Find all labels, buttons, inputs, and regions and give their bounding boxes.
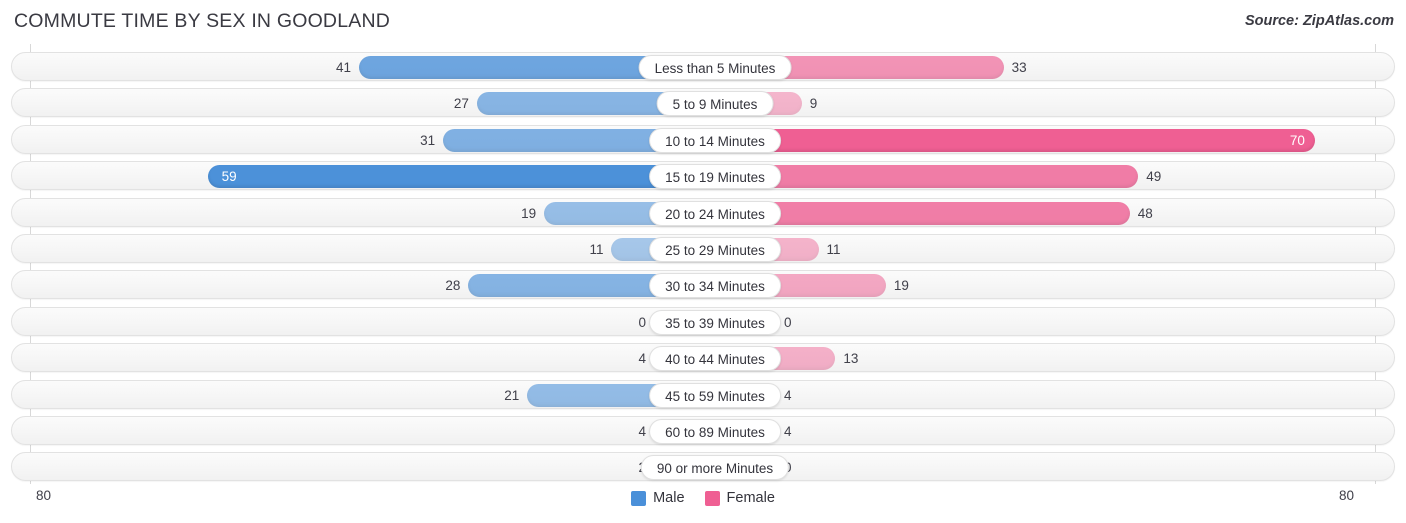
- bar-value-male: 11: [589, 242, 604, 257]
- table-row[interactable]: 31 70 10 to 14 Minutes: [11, 124, 1395, 154]
- bar-value-male: 41: [336, 60, 352, 75]
- bar-value-female: 4: [784, 424, 792, 439]
- bar-value-male: 31: [420, 132, 436, 148]
- bar-value-male: 28: [445, 278, 461, 294]
- bar-value-male: 4: [638, 424, 646, 439]
- bar-female[interactable]: [726, 165, 1139, 189]
- category-label-pill[interactable]: 45 to 59 Minutes: [649, 382, 781, 408]
- table-row[interactable]: 21 4 45 to 59 Minutes: [11, 379, 1395, 409]
- bar-value-female: 33: [1011, 60, 1027, 75]
- bar-value-female: 4: [784, 387, 792, 403]
- category-label-pill[interactable]: 35 to 39 Minutes: [649, 309, 781, 335]
- chart-plot-area: 41 33 Less than 5 Minutes 27 9 5 to 9 Minutes…: [0, 44, 1406, 484]
- bar-male[interactable]: [207, 165, 704, 189]
- legend-item-female[interactable]: Female: [704, 490, 775, 506]
- table-row[interactable]: 2090 or more Minutes: [11, 452, 1395, 482]
- bar-value-female: 49: [1146, 169, 1162, 185]
- bar-value-female: 11: [826, 242, 841, 257]
- table-row[interactable]: 41 33 Less than 5 Minutes: [11, 52, 1395, 81]
- category-label-pill[interactable]: 10 to 14 Minutes: [649, 127, 781, 153]
- category-label-pill[interactable]: Less than 5 Minutes: [638, 55, 792, 80]
- legend-item-label: Male: [653, 490, 685, 506]
- square-swatch-icon: [631, 490, 647, 506]
- bar-value-female: 13: [843, 351, 859, 367]
- table-row[interactable]: 59 49 15 to 19 Minutes: [11, 161, 1395, 191]
- category-label-pill[interactable]: 30 to 34 Minutes: [649, 273, 781, 299]
- table-row[interactable]: 4 4 60 to 89 Minutes: [11, 416, 1395, 445]
- chart-legend: Male Female: [0, 490, 1406, 506]
- bar-value-male: 21: [504, 387, 520, 403]
- table-row[interactable]: 11 11 25 to 29 Minutes: [11, 234, 1395, 263]
- bar-value-male: 27: [453, 96, 469, 112]
- category-label-pill[interactable]: 90 or more Minutes: [640, 455, 790, 481]
- bar-value-female: 19: [893, 278, 909, 294]
- legend-item-male[interactable]: Male: [631, 490, 685, 506]
- bar-value-male: 0: [638, 314, 646, 330]
- table-row[interactable]: 4 13 40 to 44 Minutes: [11, 343, 1395, 373]
- bar-value-male: 19: [521, 205, 537, 221]
- square-swatch-icon: [704, 490, 720, 506]
- bar-value-male: 59: [221, 169, 237, 185]
- category-label-pill[interactable]: 5 to 9 Minutes: [656, 91, 774, 117]
- category-label-pill[interactable]: 20 to 24 Minutes: [649, 200, 781, 226]
- bar-female[interactable]: [726, 201, 1130, 225]
- category-label-pill[interactable]: 40 to 44 Minutes: [649, 346, 781, 372]
- table-row[interactable]: 0 0 35 to 39 Minutes: [11, 306, 1395, 336]
- category-label-pill[interactable]: 60 to 89 Minutes: [649, 419, 781, 444]
- chart-footer: 80 80 Male Female: [0, 484, 1406, 523]
- bar-value-female: 0: [784, 314, 792, 330]
- bar-value-female: 48: [1137, 205, 1153, 221]
- bar-value-male: 4: [638, 351, 646, 367]
- category-label-pill[interactable]: 15 to 19 Minutes: [649, 164, 781, 190]
- page-title: COMMUTE TIME BY SEX IN GOODLAND: [14, 10, 391, 32]
- table-row[interactable]: 19 48 20 to 24 Minutes: [11, 197, 1395, 227]
- bar-value-female: 70: [1289, 132, 1305, 148]
- legend-item-label: Female: [726, 490, 775, 506]
- bar-female[interactable]: [726, 128, 1315, 152]
- source-attribution: Source: ZipAtlas.com: [1244, 13, 1394, 29]
- chart-header: COMMUTE TIME BY SEX IN GOODLAND Source: …: [0, 0, 1406, 44]
- category-label-pill[interactable]: 25 to 29 Minutes: [649, 237, 781, 262]
- table-row[interactable]: 27 9 5 to 9 Minutes: [11, 88, 1395, 118]
- table-row[interactable]: 28 19 30 to 34 Minutes: [11, 270, 1395, 300]
- bar-value-female: 9: [809, 96, 818, 112]
